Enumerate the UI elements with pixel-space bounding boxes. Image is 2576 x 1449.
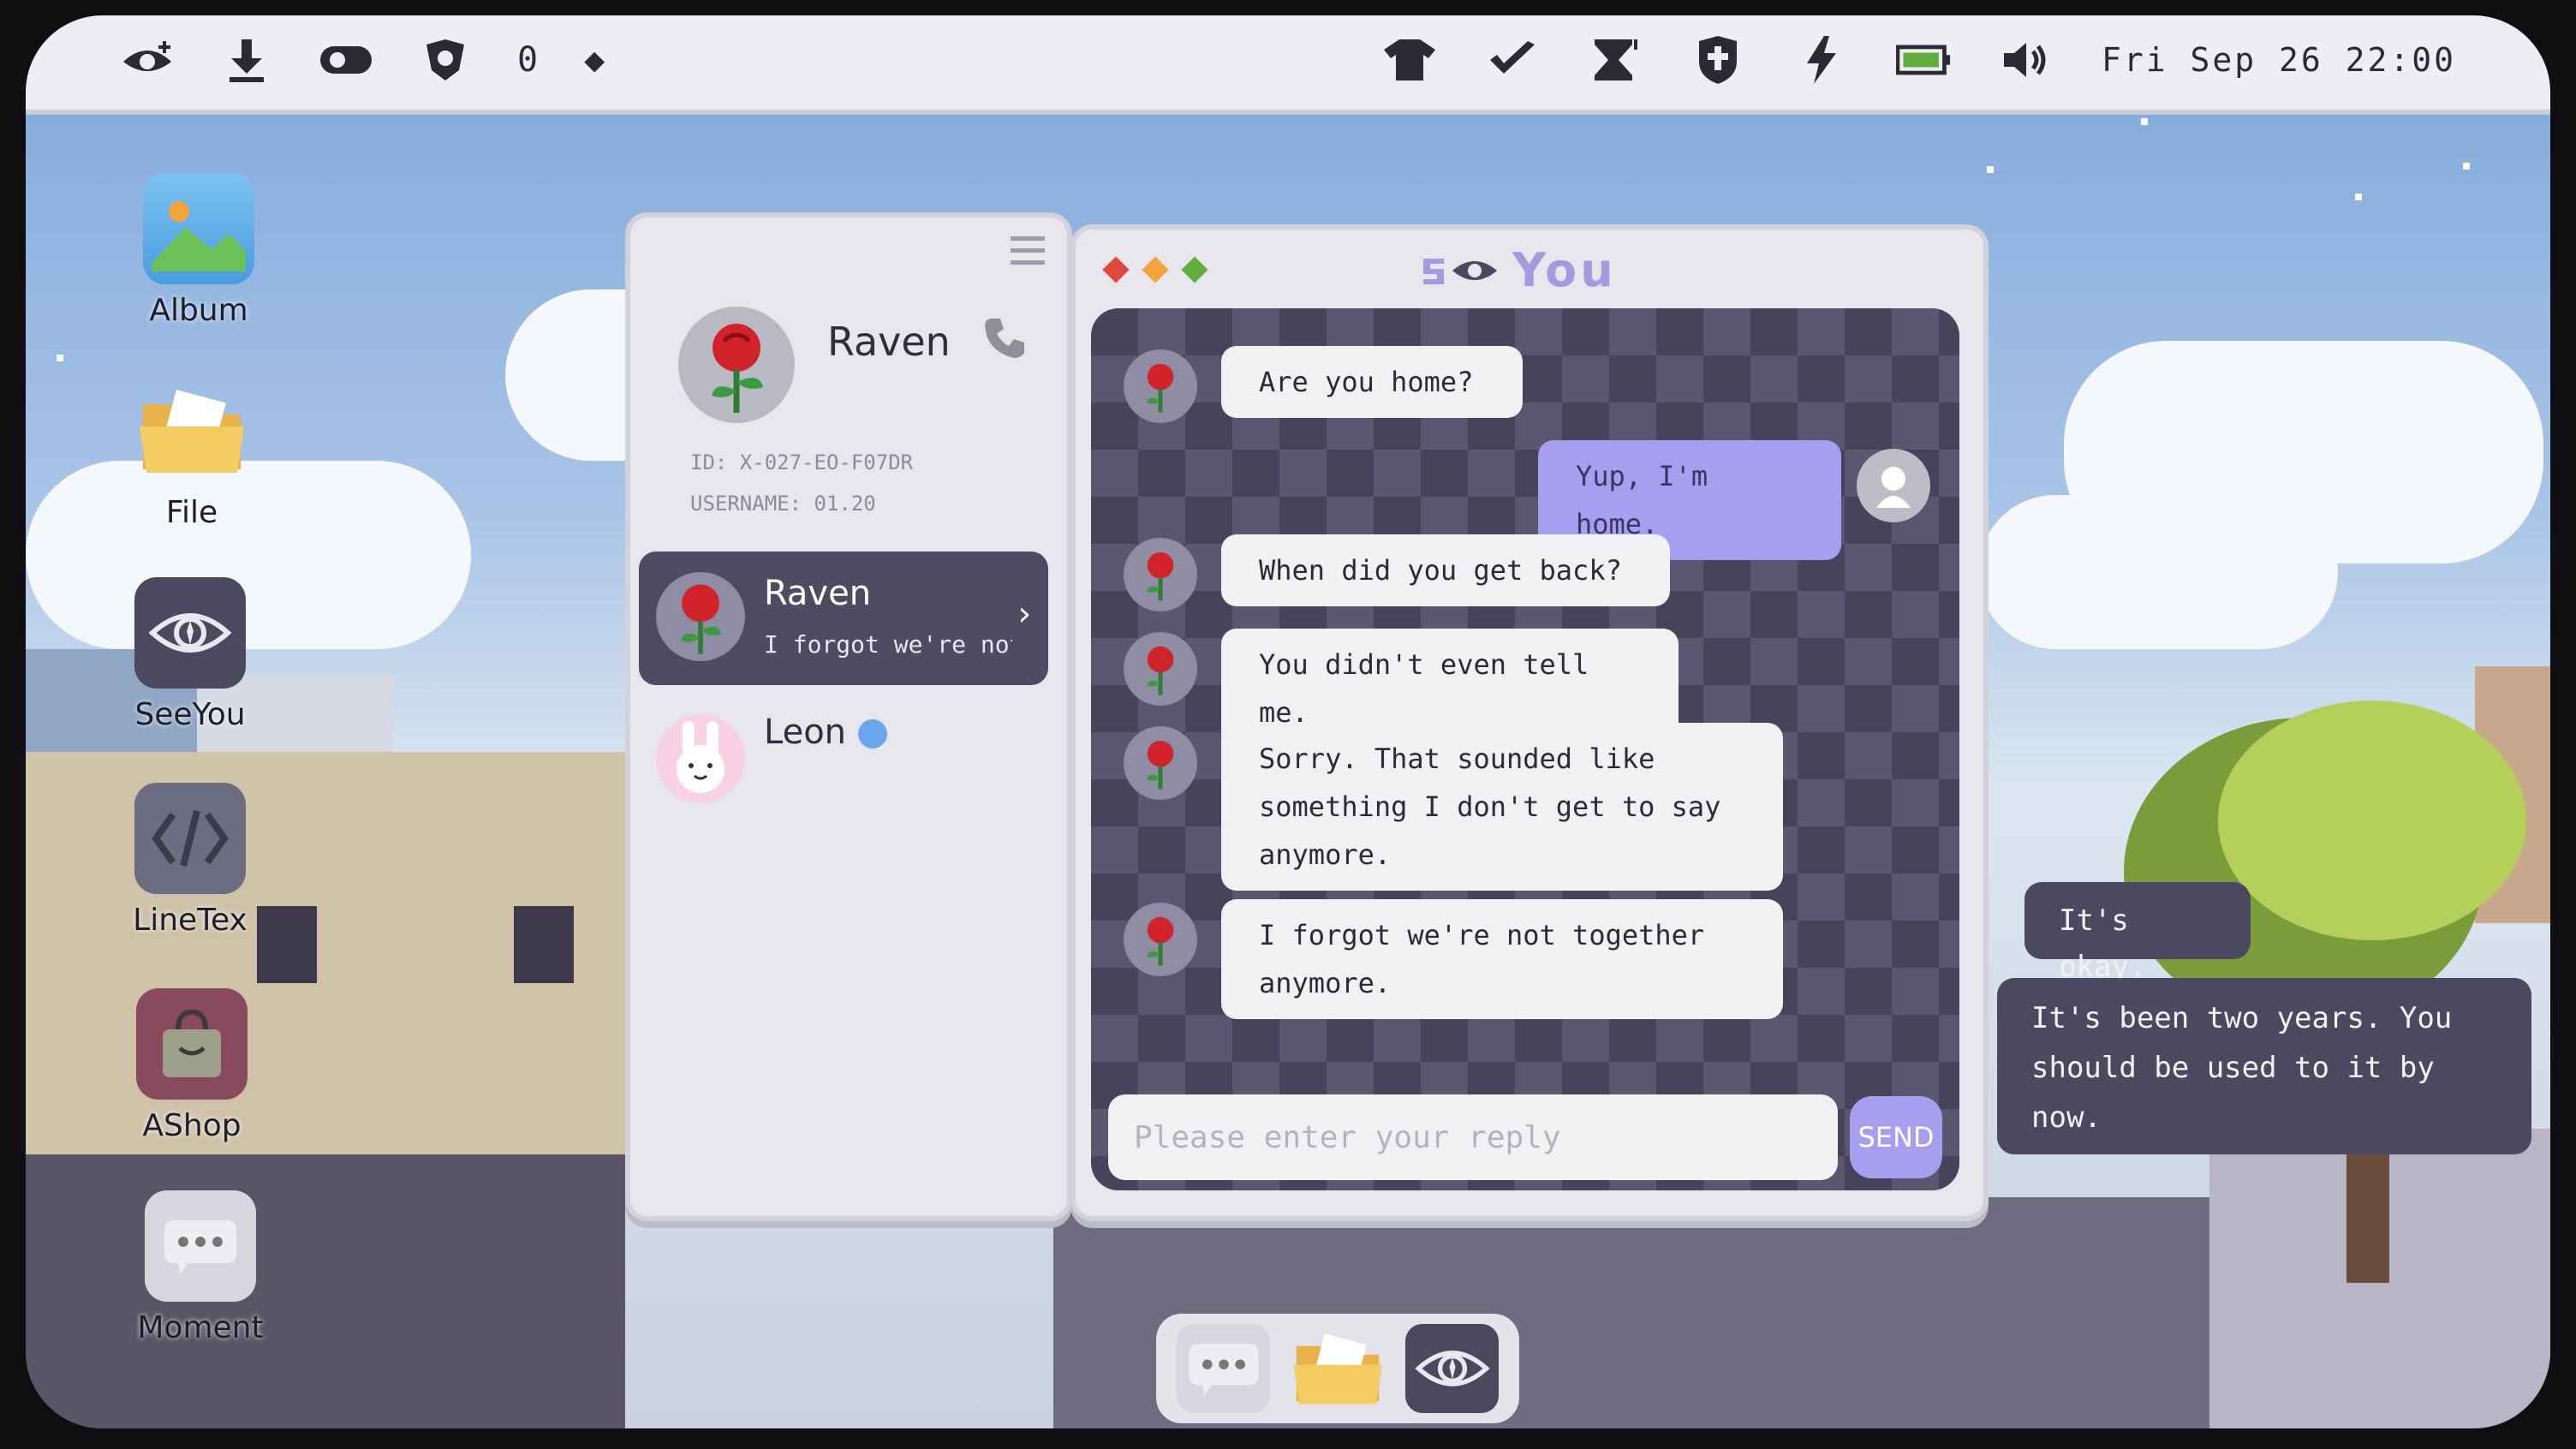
avatar xyxy=(1124,538,1197,611)
folder-icon xyxy=(136,375,247,486)
desktop-icon-label: File xyxy=(165,495,218,530)
hourglass-icon[interactable] xyxy=(1588,33,1643,87)
reply-input[interactable] xyxy=(1108,1094,1838,1180)
chat-title: You xyxy=(1418,243,1617,297)
cloud xyxy=(1978,495,2338,649)
seeyou-eye-icon xyxy=(1414,1351,1490,1386)
desktop-icon-seeyou[interactable]: SeeYou xyxy=(113,577,267,732)
volume-icon[interactable] xyxy=(1999,33,2054,87)
avatar xyxy=(1124,903,1197,976)
maximize-dot[interactable] xyxy=(1181,256,1208,283)
battery-icon xyxy=(1895,33,1951,87)
desktop-icon-label: SeeYou xyxy=(134,697,246,732)
dock-seeyou[interactable] xyxy=(1405,1324,1499,1413)
check-icon[interactable] xyxy=(1485,33,1540,87)
window xyxy=(514,906,574,983)
rose-icon xyxy=(1147,916,1174,966)
message-bubble: Sorry. That sounded like something I don… xyxy=(1221,723,1783,891)
album-icon xyxy=(143,173,254,284)
verified-icon xyxy=(858,719,887,748)
user-eye-icon xyxy=(1876,467,1911,508)
phone-icon[interactable] xyxy=(981,313,1029,365)
avatar xyxy=(1124,726,1197,800)
top-bar: 0 ◆ Fri Sep 26 22:00 xyxy=(26,15,2550,115)
minimize-dot[interactable] xyxy=(1142,256,1169,283)
close-dot[interactable] xyxy=(1102,256,1130,283)
profile-id: ID: X-027-EO-F07DR xyxy=(690,450,914,474)
message-bubble: When did you get back? xyxy=(1221,534,1670,606)
contact-preview: I forgot we're not xyxy=(764,630,1012,659)
message-bubble: Are you home? xyxy=(1221,346,1523,418)
badge-icon[interactable] xyxy=(418,33,473,87)
chevron-right-icon: › xyxy=(1013,594,1035,634)
rose-icon xyxy=(712,324,763,413)
code-icon xyxy=(134,783,246,894)
avatar xyxy=(656,714,745,803)
bunny-icon xyxy=(677,721,724,793)
avatar xyxy=(1124,349,1197,423)
chat-title-text: You xyxy=(1512,243,1617,297)
profile-name: Raven xyxy=(827,319,951,365)
send-button[interactable]: SEND xyxy=(1850,1096,1942,1178)
menu-icon[interactable] xyxy=(1011,236,1045,272)
rose-icon xyxy=(1147,646,1174,695)
contact-item-raven[interactable]: Raven I forgot we're not › xyxy=(639,552,1048,685)
dialogue-line: It's been two years. You should be used … xyxy=(1997,978,2531,1154)
dock-moment[interactable] xyxy=(1177,1324,1270,1413)
dock-file[interactable] xyxy=(1291,1324,1385,1413)
counter-text: 0 xyxy=(517,40,540,80)
avatar xyxy=(656,572,745,661)
chat-window: You Are you home? Yup, I'm home. When di… xyxy=(1070,224,1989,1221)
desktop-icon-album[interactable]: Album xyxy=(122,173,276,328)
star xyxy=(57,355,63,361)
star xyxy=(2141,118,2148,125)
rose-icon xyxy=(681,584,722,654)
desktop-icon-label: Moment xyxy=(137,1310,264,1345)
moment-chat-icon xyxy=(1189,1344,1258,1397)
avatar xyxy=(1857,449,1930,522)
moment-chat-icon xyxy=(145,1190,256,1302)
dock xyxy=(1156,1314,1519,1423)
shirt-icon[interactable] xyxy=(1382,33,1437,87)
eye-plus-icon[interactable] xyxy=(120,33,175,87)
shield-icon[interactable] xyxy=(1690,33,1745,87)
profile-avatar xyxy=(678,307,795,423)
contacts-panel: Raven ID: X-027-EO-F07DR USERNAME: 01.20… xyxy=(625,212,1072,1221)
desktop-icon-label: LineTex xyxy=(133,903,247,938)
star xyxy=(2463,163,2470,170)
tree-crown xyxy=(2218,701,2526,940)
folder-icon xyxy=(1293,1333,1382,1404)
profile-username: USERNAME: 01.20 xyxy=(690,492,876,516)
desktop-icon-label: AShop xyxy=(142,1108,242,1143)
contact-item-leon[interactable]: Leon xyxy=(639,694,1048,827)
contact-name: Raven xyxy=(764,574,872,613)
rose-icon xyxy=(1147,363,1174,413)
message-area: Are you home? Yup, I'm home. When did yo… xyxy=(1091,308,1959,1190)
clock: Fri Sep 26 22:00 xyxy=(2101,41,2456,79)
desktop-icon-file[interactable]: File xyxy=(115,375,269,530)
avatar xyxy=(1124,632,1197,706)
lightning-icon[interactable] xyxy=(1793,33,1848,87)
star xyxy=(1987,166,1994,173)
rose-icon xyxy=(1147,740,1174,790)
message-bubble: I forgot we're not together anymore. xyxy=(1221,899,1783,1019)
contact-name: Leon xyxy=(764,713,847,752)
download-icon[interactable] xyxy=(219,33,274,87)
window-controls xyxy=(1102,256,1208,283)
toggle-icon[interactable] xyxy=(319,33,373,87)
desktop-icon-label: Album xyxy=(149,293,248,328)
desktop-icon-ashop[interactable]: AShop xyxy=(115,988,269,1143)
seeyou-eye-icon xyxy=(134,577,246,689)
dialogue-line: It's okay. xyxy=(2024,882,2251,984)
desktop-icon-linetex[interactable]: LineTex xyxy=(113,783,267,938)
desktop-icon-moment[interactable]: Moment xyxy=(123,1190,277,1345)
diamond-icon: ◆ xyxy=(584,40,607,80)
desktop-screen: 0 ◆ Fri Sep 26 22:00 Album File SeeYou L… xyxy=(26,15,2550,1428)
shop-bag-icon xyxy=(136,988,247,1100)
rose-icon xyxy=(1147,552,1174,601)
seeyou-logo-icon xyxy=(1423,258,1497,284)
building xyxy=(26,1154,625,1428)
star xyxy=(2355,194,2362,200)
